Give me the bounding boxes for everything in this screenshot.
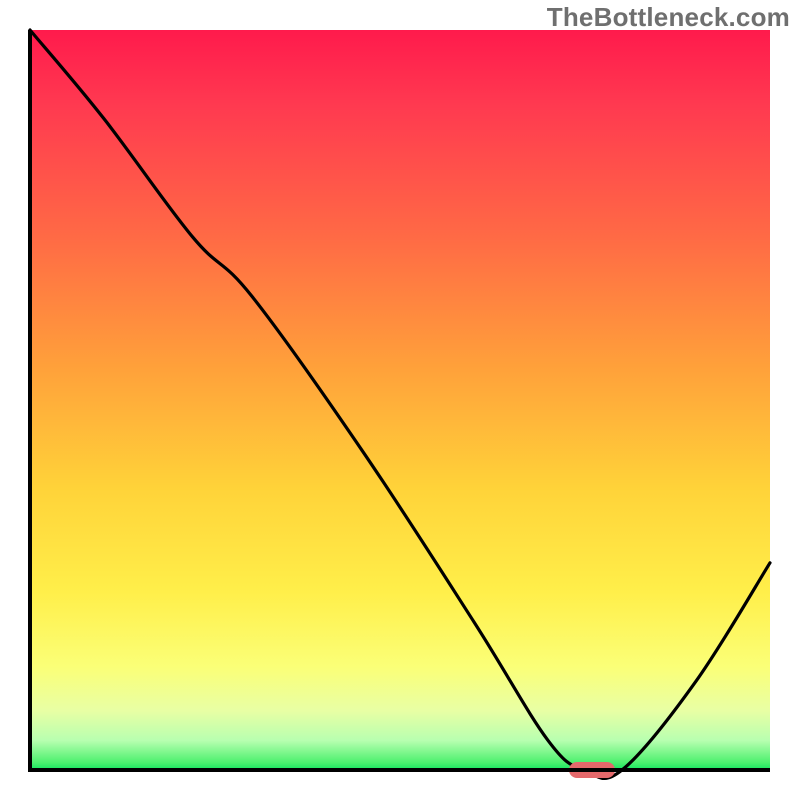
plot-area	[30, 30, 770, 770]
watermark-text: TheBottleneck.com	[547, 2, 790, 33]
y-axis-line	[28, 30, 32, 772]
bottleneck-curve	[30, 30, 770, 770]
chart-container: TheBottleneck.com	[0, 0, 800, 800]
x-axis-line	[28, 768, 770, 772]
